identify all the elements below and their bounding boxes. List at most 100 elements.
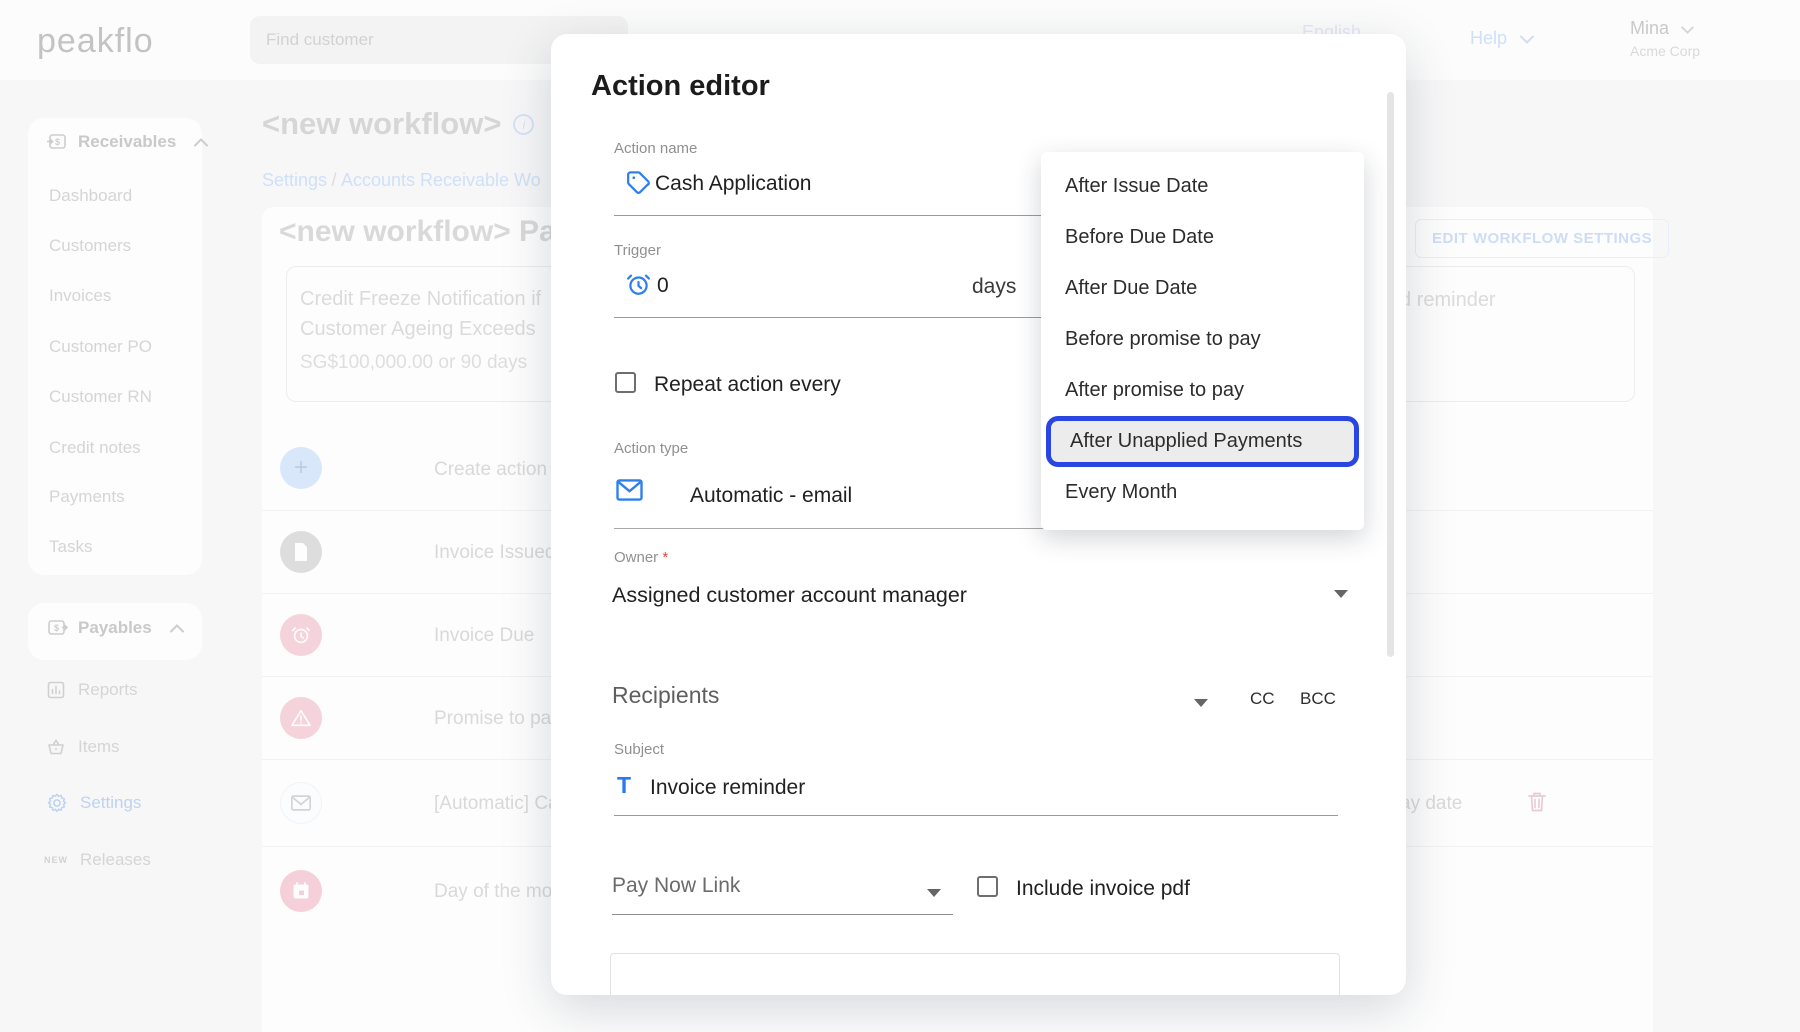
workflow-row-label[interactable]: Day of the mont [434,881,568,903]
warning-icon[interactable] [280,697,322,739]
sidebar-item-label: Settings [80,793,142,812]
breadcrumb-settings[interactable]: Settings [262,170,327,190]
sidebar-item-label: Reports [78,680,138,699]
document-icon[interactable] [280,531,322,573]
action-name-input[interactable]: Cash Application [655,172,811,196]
sidebar-item-tasks[interactable]: Tasks [49,537,92,557]
info-icon: i [513,113,535,135]
caret-down-icon[interactable] [1194,699,1208,707]
dropdown-item-after-unapplied-payments[interactable]: After Unapplied Payments [1046,416,1359,467]
breadcrumb-separator: / [331,170,337,190]
help-menu[interactable]: Help [1470,28,1535,49]
gear-icon [47,793,67,813]
trigger-label: Trigger [614,242,661,259]
breadcrumb: Settings / Accounts Receivable Wo [262,170,541,191]
repeat-action-label: Repeat action every [654,373,841,396]
edit-workflow-settings-button[interactable]: EDIT WORKFLOW SETTINGS [1415,219,1670,258]
action-type-select[interactable]: Automatic - email [690,484,852,508]
trigger-days-input[interactable]: 0 [657,274,669,298]
subject-label: Subject [614,741,665,758]
workflow-row-label[interactable]: Create action [434,459,547,481]
payables-icon: $ [48,620,68,635]
trigger-card-text: Credit Freeze Notification if Customer A… [300,284,541,374]
chevron-down-icon [1520,35,1535,44]
sidebar-group-label: Payables [78,618,152,637]
subject-input[interactable]: Invoice reminder [650,776,805,800]
recipients-section-label[interactable]: Recipients [612,682,719,709]
sidebar-group-payables[interactable]: $ Payables [46,618,184,638]
sidebar-item-invoices[interactable]: Invoices [49,286,111,306]
mail-icon [615,478,644,507]
sidebar-item-label: Releases [80,850,151,869]
chevron-down-icon [1681,26,1695,34]
bcc-button[interactable]: BCC [1300,689,1336,709]
field-underline [612,914,953,915]
dropdown-item-after-promise-to-pay[interactable]: After promise to pay [1041,365,1364,416]
required-asterisk: * [662,549,669,566]
workflow-row-label[interactable]: Invoice Due [434,625,534,647]
text-format-icon: T [617,772,632,798]
sidebar-group-label: Receivables [78,132,177,151]
field-underline [614,815,1338,816]
action-name-label: Action name [614,140,698,157]
sidebar-item-customers[interactable]: Customers [49,236,131,256]
modal-title: Action editor [591,70,770,102]
plus-icon[interactable]: + [280,447,322,489]
dropdown-item-after-issue-date[interactable]: After Issue Date [1041,161,1364,212]
owner-select[interactable]: Assigned customer account manager [612,583,967,608]
trigger-card-right-fragment: d reminder [1400,289,1496,311]
sidebar-item-settings[interactable]: Settings [46,792,141,814]
sidebar-item-customer-rn[interactable]: Customer RN [49,387,152,407]
dropdown-item-before-promise-to-pay[interactable]: Before promise to pay [1041,314,1364,365]
sidebar-item-label: Items [78,737,120,756]
sidebar-item-items[interactable]: Items [46,737,120,757]
action-type-label: Action type [614,440,689,457]
help-label: Help [1470,28,1508,48]
workflow-row-right-fragment: ay date [1400,793,1463,814]
calendar-icon[interactable] [280,870,322,912]
trigger-card-line1: Credit Freeze Notification if [300,288,542,310]
trigger-card-line2: Customer Ageing Exceeds [300,318,536,340]
sidebar-item-releases[interactable]: NEW Releases [44,850,151,870]
svg-text:$: $ [55,137,60,147]
include-invoice-pdf-label: Include invoice pdf [1016,877,1190,900]
dropdown-item-every-month[interactable]: Every Month [1041,467,1364,518]
workflow-row-label[interactable]: Invoice Issued [434,542,555,564]
owner-label-text: Owner [614,549,659,566]
breadcrumb-current[interactable]: Accounts Receivable Wo [341,170,541,190]
sidebar-item-dashboard[interactable]: Dashboard [49,186,132,206]
peakflo-logo: peakflo [37,22,154,60]
include-invoice-pdf-checkbox[interactable] [977,876,998,897]
sidebar-item-credit-notes[interactable]: Credit notes [49,438,141,458]
alarm-icon[interactable] [280,614,322,656]
modal-scrollbar[interactable] [1387,92,1394,657]
envelope-icon[interactable] [280,782,322,824]
caret-down-icon [927,889,941,897]
pay-now-link-select[interactable]: Pay Now Link [612,874,740,898]
svg-text:$: $ [54,623,59,633]
tag-icon [625,169,652,201]
owner-label: Owner * [614,549,668,566]
alarm-clock-icon [625,271,652,303]
chevron-up-icon [169,623,184,632]
sidebar-item-customer-po[interactable]: Customer PO [49,337,152,357]
new-badge-icon: NEW [44,855,68,865]
trigger-options-dropdown: After Issue Date Before Due Date After D… [1041,152,1364,530]
dropdown-item-after-due-date[interactable]: After Due Date [1041,263,1364,314]
sidebar-item-payments[interactable]: Payments [49,487,125,507]
sidebar-group-receivables[interactable]: $ Receivables [46,132,209,152]
workflow-row-label[interactable]: Promise to pay i [434,708,570,730]
workflow-row-label[interactable]: [Automatic] Cas [434,793,568,815]
bar-chart-icon [47,681,65,699]
caret-down-icon [1334,590,1348,598]
workflow-section-title: <new workflow> Para [279,215,585,248]
repeat-action-checkbox[interactable] [615,372,636,393]
chevron-up-icon [194,137,209,146]
sidebar-item-reports[interactable]: Reports [46,680,138,700]
cc-button[interactable]: CC [1250,689,1275,709]
user-menu[interactable]: Mina Acme Corp [1630,18,1700,59]
receivables-icon: $ [47,134,66,149]
dropdown-item-before-due-date[interactable]: Before Due Date [1041,212,1364,263]
trash-icon[interactable] [1527,791,1547,818]
email-body-input[interactable] [610,953,1340,995]
